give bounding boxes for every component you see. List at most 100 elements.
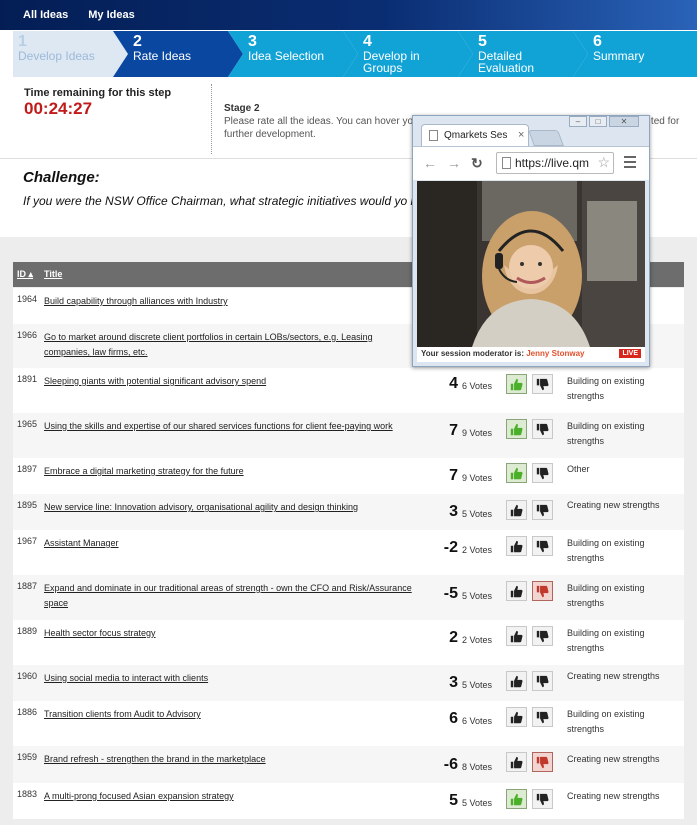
idea-category: Building on existing strengths	[567, 376, 645, 401]
idea-id: 1964	[17, 294, 38, 304]
step-rate-ideas[interactable]: 2 Rate Ideas	[113, 31, 228, 77]
thumbs-up-icon	[510, 504, 523, 516]
moderator-name: Jenny Stonway	[526, 349, 585, 358]
vote-count: 2 Votes	[462, 635, 493, 645]
thumbs-up-button[interactable]	[506, 419, 527, 439]
idea-category: Building on existing strengths	[567, 538, 645, 563]
step-label: Develop Ideas	[18, 49, 95, 63]
thumbs-down-icon	[536, 585, 549, 597]
thumbs-down-button[interactable]	[532, 581, 553, 601]
thumbs-down-button[interactable]	[532, 463, 553, 483]
vote-count: 8 Votes	[462, 762, 493, 772]
step-label: Summary	[593, 49, 645, 63]
idea-score: 6	[449, 710, 458, 727]
minimize-button[interactable]: –	[569, 116, 587, 127]
idea-title-link[interactable]: New service line: Innovation advisory, o…	[44, 500, 414, 515]
idea-title-link[interactable]: Assistant Manager	[44, 536, 414, 551]
vote-count: 2 Votes	[462, 545, 493, 555]
id-column-header[interactable]: ID ▴	[17, 269, 33, 280]
idea-title-link[interactable]: A multi-prong focused Asian expansion st…	[44, 789, 414, 804]
moderator-bar: Your session moderator is: Jenny Stonway…	[417, 347, 645, 362]
bookmark-star-icon[interactable]: ☆	[597, 154, 610, 171]
thumbs-up-button[interactable]	[506, 463, 527, 483]
idea-title-link[interactable]: Sleeping giants with potential significa…	[44, 374, 414, 389]
idea-title-link[interactable]: Using social media to interact with clie…	[44, 671, 414, 686]
idea-title-link[interactable]: Health sector focus strategy	[44, 626, 414, 641]
video-frame	[417, 181, 645, 347]
idea-title-link[interactable]: Build capability through alliances with …	[44, 294, 414, 309]
top-nav: All Ideas My Ideas	[0, 0, 697, 30]
thumbs-down-button[interactable]	[532, 707, 553, 727]
thumbs-down-button[interactable]	[532, 671, 553, 691]
close-tab-icon[interactable]: ×	[518, 129, 524, 141]
idea-id: 1967	[17, 536, 38, 546]
idea-title-link[interactable]: Transition clients from Audit to Advisor…	[44, 707, 414, 722]
table-row: 1959 Brand refresh - strengthen the bran…	[13, 746, 684, 783]
step-summary[interactable]: 6 Summary	[573, 31, 697, 77]
thumbs-up-button[interactable]	[506, 626, 527, 646]
page-icon	[502, 157, 511, 169]
step-idea-selection[interactable]: 3 Idea Selection	[228, 31, 343, 77]
thumbs-up-button[interactable]	[506, 581, 527, 601]
idea-category: Building on existing strengths	[567, 628, 645, 653]
thumbs-up-button[interactable]	[506, 500, 527, 520]
document-icon	[429, 130, 438, 141]
thumbs-up-icon	[510, 711, 523, 723]
idea-id: 1887	[17, 581, 38, 591]
forward-arrow-icon[interactable]: →	[447, 155, 461, 171]
thumbs-up-icon	[510, 378, 523, 390]
step-detailed-evaluation[interactable]: 5 Detailed Evaluation	[458, 31, 573, 77]
step-label: Idea Selection	[248, 49, 325, 63]
idea-id: 1965	[17, 419, 38, 429]
nav-my-ideas[interactable]: My Ideas	[88, 9, 134, 21]
idea-id: 1897	[17, 464, 38, 474]
reload-icon[interactable]: ↻	[471, 155, 483, 172]
thumbs-down-button[interactable]	[532, 789, 553, 809]
timer-value: 00:24:27	[24, 99, 93, 118]
idea-title-link[interactable]: Using the skills and expertise of our sh…	[44, 419, 414, 434]
step-develop-ideas[interactable]: 1 Develop Ideas	[13, 31, 113, 77]
table-row: 1897 Embrace a digital marketing strateg…	[13, 458, 684, 494]
idea-category: Creating new strengths	[567, 671, 660, 681]
thumbs-up-button[interactable]	[506, 374, 527, 394]
idea-title-link[interactable]: Expand and dominate in our traditional a…	[44, 581, 414, 611]
thumbs-down-icon	[536, 711, 549, 723]
browser-tab[interactable]: Qmarkets Ses ×	[421, 124, 529, 146]
table-row: 1891 Sleeping giants with potential sign…	[13, 368, 684, 413]
idea-title-link[interactable]: Brand refresh - strengthen the brand in …	[44, 752, 414, 767]
moderator-label: Your session moderator is: Jenny Stonway	[421, 349, 585, 358]
thumbs-down-button[interactable]	[532, 752, 553, 772]
back-arrow-icon[interactable]: ←	[423, 155, 437, 171]
thumbs-up-icon	[510, 630, 523, 642]
idea-id: 1891	[17, 374, 38, 384]
idea-title-link[interactable]: Embrace a digital marketing strategy for…	[44, 464, 414, 479]
thumbs-down-button[interactable]	[532, 500, 553, 520]
thumbs-down-icon	[536, 378, 549, 390]
close-window-button[interactable]: ✕	[609, 116, 639, 127]
new-tab-button[interactable]	[528, 130, 564, 146]
nav-all-ideas[interactable]: All Ideas	[23, 9, 68, 21]
thumbs-down-button[interactable]	[532, 419, 553, 439]
title-column-header[interactable]: Title	[44, 269, 62, 279]
address-bar[interactable]: https://live.qm ☆	[496, 152, 614, 174]
thumbs-up-button[interactable]	[506, 671, 527, 691]
thumbs-down-button[interactable]	[532, 536, 553, 556]
step-develop-in-groups[interactable]: 4 Develop in Groups	[343, 31, 458, 77]
thumbs-up-icon	[510, 756, 523, 768]
thumbs-down-button[interactable]	[532, 374, 553, 394]
step-label: Rate Ideas	[133, 49, 192, 63]
moderator-video-window[interactable]: – □ ✕ Qmarkets Ses × ← → ↻ https://live.…	[412, 115, 650, 367]
thumbs-up-button[interactable]	[506, 536, 527, 556]
thumbs-up-button[interactable]	[506, 707, 527, 727]
thumbs-up-button[interactable]	[506, 789, 527, 809]
maximize-button[interactable]: □	[589, 116, 607, 127]
thumbs-up-button[interactable]	[506, 752, 527, 772]
thumbs-down-button[interactable]	[532, 626, 553, 646]
idea-title-link[interactable]: Go to market around discrete client port…	[44, 330, 394, 360]
vote-count: 5 Votes	[462, 591, 493, 601]
table-row: 1886 Transition clients from Audit to Ad…	[13, 701, 684, 746]
idea-score: 3	[449, 674, 458, 691]
vote-count: 6 Votes	[462, 381, 493, 391]
idea-id: 1883	[17, 789, 38, 799]
menu-icon[interactable]	[624, 156, 636, 171]
